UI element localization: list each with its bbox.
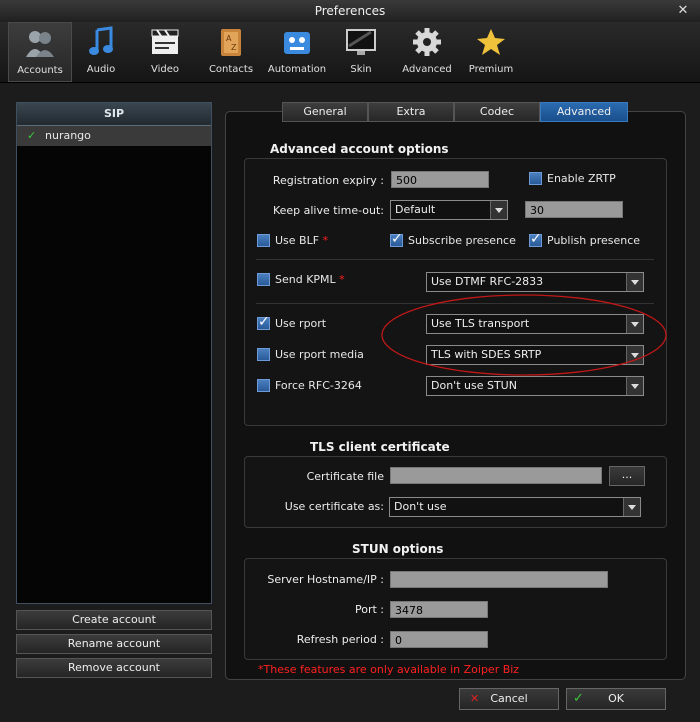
- server-hostname-label: Server Hostname/IP :: [267, 573, 384, 586]
- toolbar-label: Video: [150, 64, 180, 75]
- tab-advanced[interactable]: Advanced: [540, 102, 628, 122]
- skin-icon: [345, 26, 377, 58]
- toolbar-automation[interactable]: Automation: [266, 22, 328, 80]
- use-blf-label: Use BLF *: [275, 234, 329, 247]
- window-title: Preferences: [314, 4, 386, 18]
- toolbar-advanced[interactable]: Advanced: [396, 22, 458, 80]
- send-kpml-label: Send KPML *: [275, 273, 345, 286]
- remove-account-button[interactable]: Remove account: [16, 658, 212, 678]
- contacts-icon: AZ: [215, 26, 247, 58]
- publish-presence-checkbox[interactable]: [529, 231, 542, 247]
- video-icon: [149, 26, 181, 58]
- use-rport-media-label: Use rport media: [275, 348, 364, 361]
- enable-zrtp-checkbox[interactable]: [529, 172, 542, 185]
- port-label: Port :: [354, 603, 384, 616]
- ok-button[interactable]: ✓ OK: [566, 688, 666, 710]
- port-input[interactable]: 3478: [390, 601, 488, 618]
- title-bar: Preferences: [0, 0, 700, 22]
- stun-value: Don't use STUN: [431, 379, 517, 392]
- toolbar-skin[interactable]: Skin: [332, 22, 390, 80]
- advanced-options-title: Advanced account options: [270, 142, 449, 156]
- use-certificate-as-select[interactable]: Don't use: [389, 497, 641, 517]
- tls-certificate-title: TLS client certificate: [310, 440, 450, 454]
- browse-button[interactable]: ...: [609, 466, 645, 486]
- annotation-ellipse: [381, 294, 667, 376]
- keep-alive-label: Keep alive time-out:: [272, 204, 384, 217]
- keep-alive-input[interactable]: 30: [525, 201, 623, 218]
- toolbar-contacts[interactable]: AZ Contacts: [200, 22, 262, 80]
- use-rport-checkbox[interactable]: [257, 314, 270, 330]
- check-icon: ✓: [573, 691, 584, 706]
- premium-icon: [475, 26, 507, 58]
- tab-general[interactable]: General: [282, 102, 368, 122]
- account-list: SIP ✓ nurango: [16, 102, 212, 604]
- stun-options-title: STUN options: [352, 542, 444, 556]
- force-rfc3264-checkbox[interactable]: [257, 379, 270, 392]
- close-icon[interactable]: ✕: [676, 4, 690, 18]
- toolbar: Accounts Audio Video AZ Contacts Automat…: [0, 22, 700, 83]
- registration-expiry-input[interactable]: 500: [391, 171, 489, 188]
- toolbar-label: Contacts: [208, 64, 254, 75]
- divider: [256, 259, 654, 260]
- use-rport-media-checkbox[interactable]: [257, 348, 270, 361]
- publish-presence-label: Publish presence: [547, 234, 641, 247]
- automation-icon: [281, 26, 313, 58]
- server-hostname-input[interactable]: [390, 571, 608, 588]
- cancel-button[interactable]: ✕ Cancel: [459, 688, 559, 710]
- toolbar-label: Automation: [267, 64, 327, 75]
- keep-alive-value: Default: [395, 203, 436, 216]
- toolbar-label: Accounts: [17, 65, 63, 76]
- biz-features-note: *These features are only available in Zo…: [258, 663, 520, 676]
- chevron-down-icon: [626, 273, 643, 291]
- toolbar-label: Skin: [350, 64, 372, 75]
- use-blf-checkbox[interactable]: [257, 234, 270, 247]
- refresh-period-input[interactable]: 0: [390, 631, 488, 648]
- dtmf-value: Use DTMF RFC-2833: [431, 275, 544, 288]
- toolbar-label: Premium: [468, 64, 514, 75]
- chevron-down-icon: [490, 201, 507, 219]
- use-certificate-as-label: Use certificate as:: [284, 500, 384, 513]
- tab-extra[interactable]: Extra: [368, 102, 454, 122]
- toolbar-premium[interactable]: Premium: [462, 22, 520, 80]
- advanced-icon: [411, 26, 443, 58]
- account-list-header: SIP: [17, 103, 211, 126]
- certificate-file-input[interactable]: [390, 467, 602, 484]
- refresh-period-label: Refresh period :: [296, 633, 384, 646]
- use-certificate-as-value: Don't use: [394, 500, 447, 513]
- toolbar-label: Advanced: [402, 64, 452, 75]
- keep-alive-select[interactable]: Default: [390, 200, 508, 220]
- toolbar-video[interactable]: Video: [136, 22, 194, 80]
- force-rfc3264-label: Force RFC-3264: [275, 379, 362, 392]
- tab-codec[interactable]: Codec: [454, 102, 540, 122]
- create-account-button[interactable]: Create account: [16, 610, 212, 630]
- toolbar-label: Audio: [86, 64, 116, 75]
- enable-zrtp-label: Enable ZRTP: [547, 172, 616, 185]
- close-icon: ✕: [470, 692, 480, 705]
- toolbar-accounts[interactable]: Accounts: [8, 22, 72, 82]
- svg-text:A: A: [226, 34, 232, 43]
- toolbar-audio[interactable]: Audio: [72, 22, 130, 80]
- subscribe-presence-label: Subscribe presence: [408, 234, 516, 247]
- svg-text:Z: Z: [231, 43, 237, 52]
- subscribe-presence-checkbox[interactable]: [390, 231, 403, 247]
- audio-icon: [85, 26, 117, 58]
- chevron-down-icon: [623, 498, 640, 516]
- account-name: nurango: [45, 129, 91, 142]
- account-item-nurango[interactable]: ✓ nurango: [17, 126, 211, 146]
- accounts-icon: [24, 27, 56, 59]
- rename-account-button[interactable]: Rename account: [16, 634, 212, 654]
- check-icon: ✓: [27, 129, 37, 142]
- send-kpml-checkbox[interactable]: [257, 273, 270, 286]
- use-rport-label: Use rport: [275, 317, 327, 330]
- dtmf-select[interactable]: Use DTMF RFC-2833: [426, 272, 644, 292]
- registration-expiry-label: Registration expiry :: [272, 174, 384, 187]
- certificate-file-label: Certificate file: [306, 470, 384, 483]
